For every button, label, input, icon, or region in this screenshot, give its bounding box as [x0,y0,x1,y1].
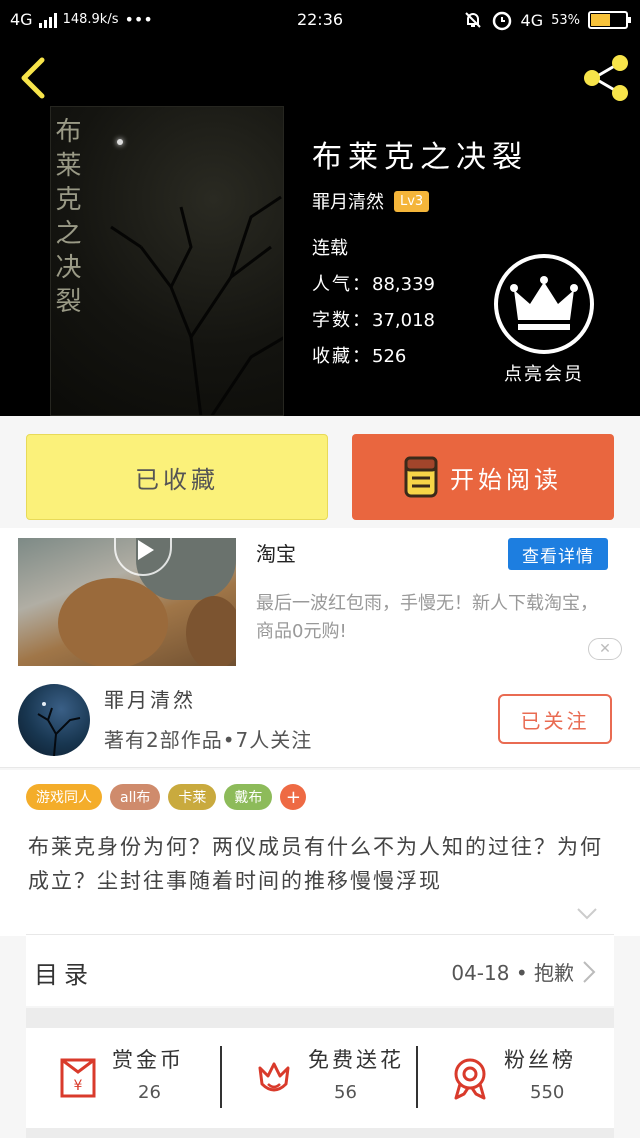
tag-item[interactable]: 卡莱 [168,784,217,810]
share-button[interactable] [578,50,634,106]
vip-label: 点亮会员 [504,364,584,385]
reward-coins-button[interactable]: ¥ 赏金币 26 [26,1028,222,1128]
book-icon [404,456,438,498]
reward-coins-value: 26 [138,1082,161,1103]
status-bar: 4G 148.9k/s ••• 22:36 4G 53% [0,0,640,40]
vip-button[interactable]: 点亮会员 [492,254,596,386]
flower-icon [258,1062,290,1092]
stat-value: 88,339 [372,274,435,295]
toc-label: 目录 [34,961,94,989]
battery-icon [588,11,631,29]
send-flower-label: 免费送花 [308,1048,404,1072]
author-card-summary: 著有2部作品•7人关注 [104,728,313,752]
tag-item[interactable]: all布 [110,784,161,810]
author-card-name[interactable]: 罪月清然 [104,684,196,713]
stat-label: 字数： [312,310,372,331]
stat-value: 37,018 [372,310,435,331]
table-of-contents-row[interactable]: 目录 04-18 • 抱歉 [26,934,614,1006]
stat-label: 人气： [312,274,372,295]
ad-image-paw [186,596,236,666]
add-tag-button[interactable]: + [280,784,307,810]
medal-icon [454,1058,486,1100]
tree-silhouette [110,195,283,415]
author-name[interactable]: 罪月清然 [312,188,384,214]
send-flower-value: 56 [334,1082,357,1103]
ad-image-bear [58,578,168,666]
level-badge: Lv3 [394,190,430,212]
fan-rank-value: 550 [530,1082,565,1103]
stat-word-count: 字数：37,018 [312,306,435,332]
cover-star [117,139,123,145]
expand-button[interactable] [576,906,598,925]
start-reading-label: 开始阅读 [450,465,562,494]
red-envelope-icon: ¥ [60,1058,96,1098]
stat-value: 526 [372,346,407,367]
status-right: 4G 53% [463,9,631,31]
ad-image[interactable] [18,538,236,666]
mute-bell-icon [464,12,481,28]
serial-status: 连载 [312,238,348,259]
book-title: 布莱克之决裂 [312,140,528,175]
bottom-divider [26,1128,614,1138]
chevron-down-icon [577,908,597,920]
crown-icon [494,254,594,354]
tag-item[interactable]: 戴布 [224,784,273,810]
ad-details-button[interactable]: 查看详情 [508,538,608,570]
ad-close-button[interactable]: ✕ [588,638,622,660]
book-description: 布莱克身份为何？两仪成员有什么不为人知的过往？为何成立？尘封往事随着时间的推移慢… [28,835,603,893]
stat-favorites: 收藏：526 [312,342,406,368]
favorited-button[interactable]: 已收藏 [26,434,328,520]
alarm-icon [492,11,511,31]
battery-percent: 53% [551,12,580,28]
book-cover[interactable]: 布莱克之决裂 [50,106,284,416]
cover-title: 布莱克之决裂 [51,117,81,321]
back-button[interactable] [14,54,54,102]
start-reading-button[interactable]: 开始阅读 [352,434,614,520]
follow-button[interactable]: 已关注 [498,694,612,744]
avatar[interactable] [18,684,90,756]
share-icon [584,55,628,101]
reward-coins-label: 赏金币 [112,1048,184,1072]
book-header: 4G 148.9k/s ••• 22:36 4G 53% 布莱克之决裂 布莱克之… [0,0,640,416]
tag-list: 游戏同人 all布 卡莱 戴布 + [26,784,307,810]
book-intro: 游戏同人 all布 卡莱 戴布 + 布莱克身份为何？两仪成员有什么不为人知的过往… [0,770,640,936]
ad-title: 淘宝 [256,542,296,566]
tag-item[interactable]: 游戏同人 [26,784,102,810]
toc-latest-chapter: 04-18 • 抱歉 [451,961,574,985]
svg-text:¥: ¥ [74,1078,83,1094]
reward-bar: ¥ 赏金币 26 免费送花 56 粉丝榜 550 [26,1028,614,1128]
toc-latest: 04-18 • 抱歉 [451,957,596,986]
fan-rank-label: 粉丝榜 [504,1048,576,1072]
chevron-right-icon [583,960,596,983]
stat-popularity: 人气：88,339 [312,270,435,296]
section-divider [26,1008,614,1028]
ad-description: 最后一波红包雨，手慢无！新人下载淘宝，商品0元购! [256,593,598,642]
fan-rank-button[interactable]: 粉丝榜 550 [418,1028,614,1128]
author-card[interactable]: 罪月清然 著有2部作品•7人关注 已关注 [0,668,640,768]
stat-label: 收藏： [312,346,372,367]
ad-banner[interactable]: 淘宝 查看详情 最后一波红包雨，手慢无！新人下载淘宝，商品0元购! ✕ [0,528,640,668]
network-label-right: 4G [520,10,544,30]
author-line[interactable]: 罪月清然 Lv3 [312,188,430,214]
chevron-left-icon [21,57,45,99]
send-flower-button[interactable]: 免费送花 56 [222,1028,418,1128]
